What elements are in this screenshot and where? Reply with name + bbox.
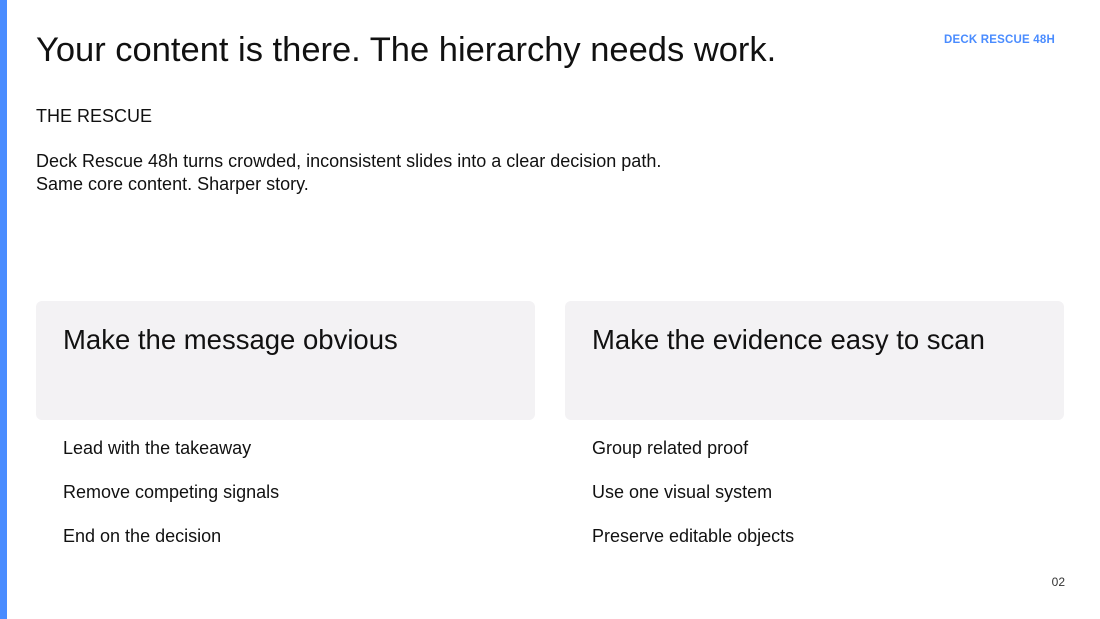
lede-line-1: Deck Rescue 48h turns crowded, inconsist… (36, 151, 662, 171)
page-number: 02 (1051, 575, 1065, 589)
lede-line-2: Same core content. Sharper story. (36, 173, 309, 194)
list-item: End on the decision (63, 526, 222, 546)
point-list: Lead with the takeaway Remove competing … (36, 420, 535, 552)
section-kicker: THE RESCUE (36, 106, 153, 126)
lede-paragraph: Deck Rescue 48h turns crowded, inconsist… (36, 150, 661, 195)
list-item: Preserve editable objects (592, 526, 795, 546)
accent-bar (0, 0, 7, 619)
list-item: Use one visual system (592, 482, 773, 502)
card-message: Make the message obvious (36, 301, 535, 420)
column-evidence: Make the evidence easy to scan Group rel… (565, 301, 1064, 552)
card-title: Make the evidence easy to scan (592, 324, 985, 355)
list-item: Remove competing signals (63, 482, 280, 502)
column-message: Make the message obvious Lead with the t… (36, 301, 535, 552)
card-evidence: Make the evidence easy to scan (565, 301, 1064, 420)
brand-label: DECK RESCUE 48H (944, 34, 1055, 46)
slide: DECK RESCUE 48H Your content is there. T… (0, 0, 1100, 619)
card-title: Make the message obvious (63, 324, 398, 355)
list-item: Lead with the takeaway (63, 438, 252, 458)
point-list: Group related proof Use one visual syste… (565, 420, 1064, 552)
list-item: Group related proof (592, 438, 749, 458)
slide-title: Your content is there. The hierarchy nee… (36, 31, 777, 69)
